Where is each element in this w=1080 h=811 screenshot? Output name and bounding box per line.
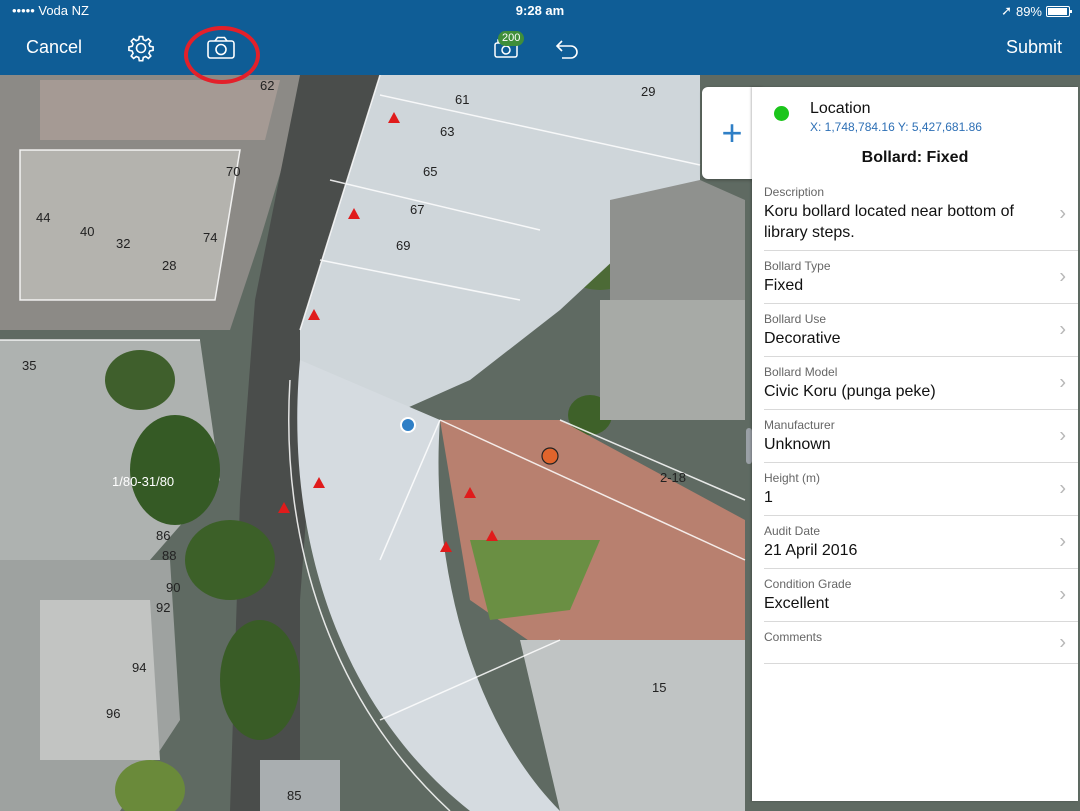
battery-icon (1046, 5, 1072, 17)
field-bollard-type[interactable]: Bollard Type Fixed › (764, 251, 1078, 304)
location-status-icon (774, 106, 789, 121)
field-bollard-model[interactable]: Bollard Model Civic Koru (punga peke) › (764, 357, 1078, 410)
field-comments[interactable]: Comments › (764, 622, 1078, 664)
location-row[interactable]: Location X: 1,748,784.16 Y: 5,427,681.86 (752, 87, 1078, 139)
location-arrow-icon: ➚ (1001, 3, 1012, 18)
plus-icon: + (721, 112, 743, 153)
top-bar: ••••• Voda NZ 9:28 am ➚ 89% Cancel Submi… (0, 0, 1080, 75)
chevron-right-icon: › (1059, 318, 1066, 341)
chevron-right-icon: › (1059, 631, 1066, 653)
field-value: 1 (764, 489, 773, 506)
attribute-panel: Location X: 1,748,784.16 Y: 5,427,681.86… (752, 87, 1078, 801)
settings-button[interactable] (126, 20, 156, 75)
field-label: Bollard Type (764, 259, 831, 273)
field-value: Unknown (764, 436, 831, 453)
submit-button[interactable]: Submit (1006, 20, 1062, 75)
field-value: Decorative (764, 330, 841, 347)
chevron-right-icon: › (1059, 371, 1066, 394)
photo-count-badge: 200 (498, 31, 525, 46)
cancel-button[interactable]: Cancel (26, 20, 82, 75)
form-title: Bollard: Fixed (861, 149, 969, 166)
location-coordinates: X: 1,748,784.16 Y: 5,427,681.86 (810, 120, 982, 134)
chevron-right-icon: › (1059, 424, 1066, 447)
field-value: Fixed (764, 277, 804, 294)
selected-point-marker (541, 447, 559, 465)
field-label: Height (m) (764, 471, 821, 485)
field-condition-grade[interactable]: Condition Grade Excellent › (764, 569, 1078, 622)
field-label: Comments (764, 630, 823, 644)
field-description[interactable]: Description Koru bollard located near bo… (764, 177, 1078, 251)
undo-icon (555, 39, 578, 59)
field-value: 21 April 2016 (764, 542, 858, 559)
chevron-right-icon: › (1059, 265, 1066, 288)
field-label: Condition Grade (764, 577, 852, 591)
location-label: Location (810, 100, 871, 117)
chevron-right-icon: › (1059, 477, 1066, 500)
camera-icon (207, 36, 235, 59)
camera-button[interactable] (190, 20, 252, 75)
clock: 9:28 am (515, 3, 565, 18)
battery-indicator: ➚ 89% (1001, 3, 1072, 19)
gps-location-icon (400, 417, 416, 433)
field-manufacturer[interactable]: Manufacturer Unknown › (764, 410, 1078, 463)
status-bar: ••••• Voda NZ 9:28 am ➚ 89% (0, 0, 1080, 20)
toolbar: Cancel Submit (0, 20, 1080, 75)
field-label: Description (764, 185, 825, 199)
field-label: Manufacturer (764, 418, 835, 432)
chevron-right-icon: › (1059, 530, 1066, 553)
photo-collection-button[interactable] (488, 20, 524, 75)
field-bollard-use[interactable]: Bollard Use Decorative › (764, 304, 1078, 357)
field-value: Civic Koru (punga peke) (764, 383, 936, 400)
chevron-right-icon: › (1059, 583, 1066, 606)
undo-button[interactable] (552, 20, 582, 75)
gear-icon (128, 35, 154, 61)
field-label: Audit Date (764, 524, 821, 538)
field-value: Koru bollard located near bottom of libr… (764, 203, 1014, 241)
battery-percent: 89% (1015, 3, 1042, 19)
field-value: Excellent (764, 595, 829, 612)
field-label: Bollard Model (764, 365, 838, 379)
field-label: Bollard Use (764, 312, 827, 326)
field-height[interactable]: Height (m) 1 › (764, 463, 1078, 516)
chevron-right-icon: › (1059, 202, 1066, 224)
field-audit-date[interactable]: Audit Date 21 April 2016 › (764, 516, 1078, 569)
field-value (764, 646, 1044, 656)
